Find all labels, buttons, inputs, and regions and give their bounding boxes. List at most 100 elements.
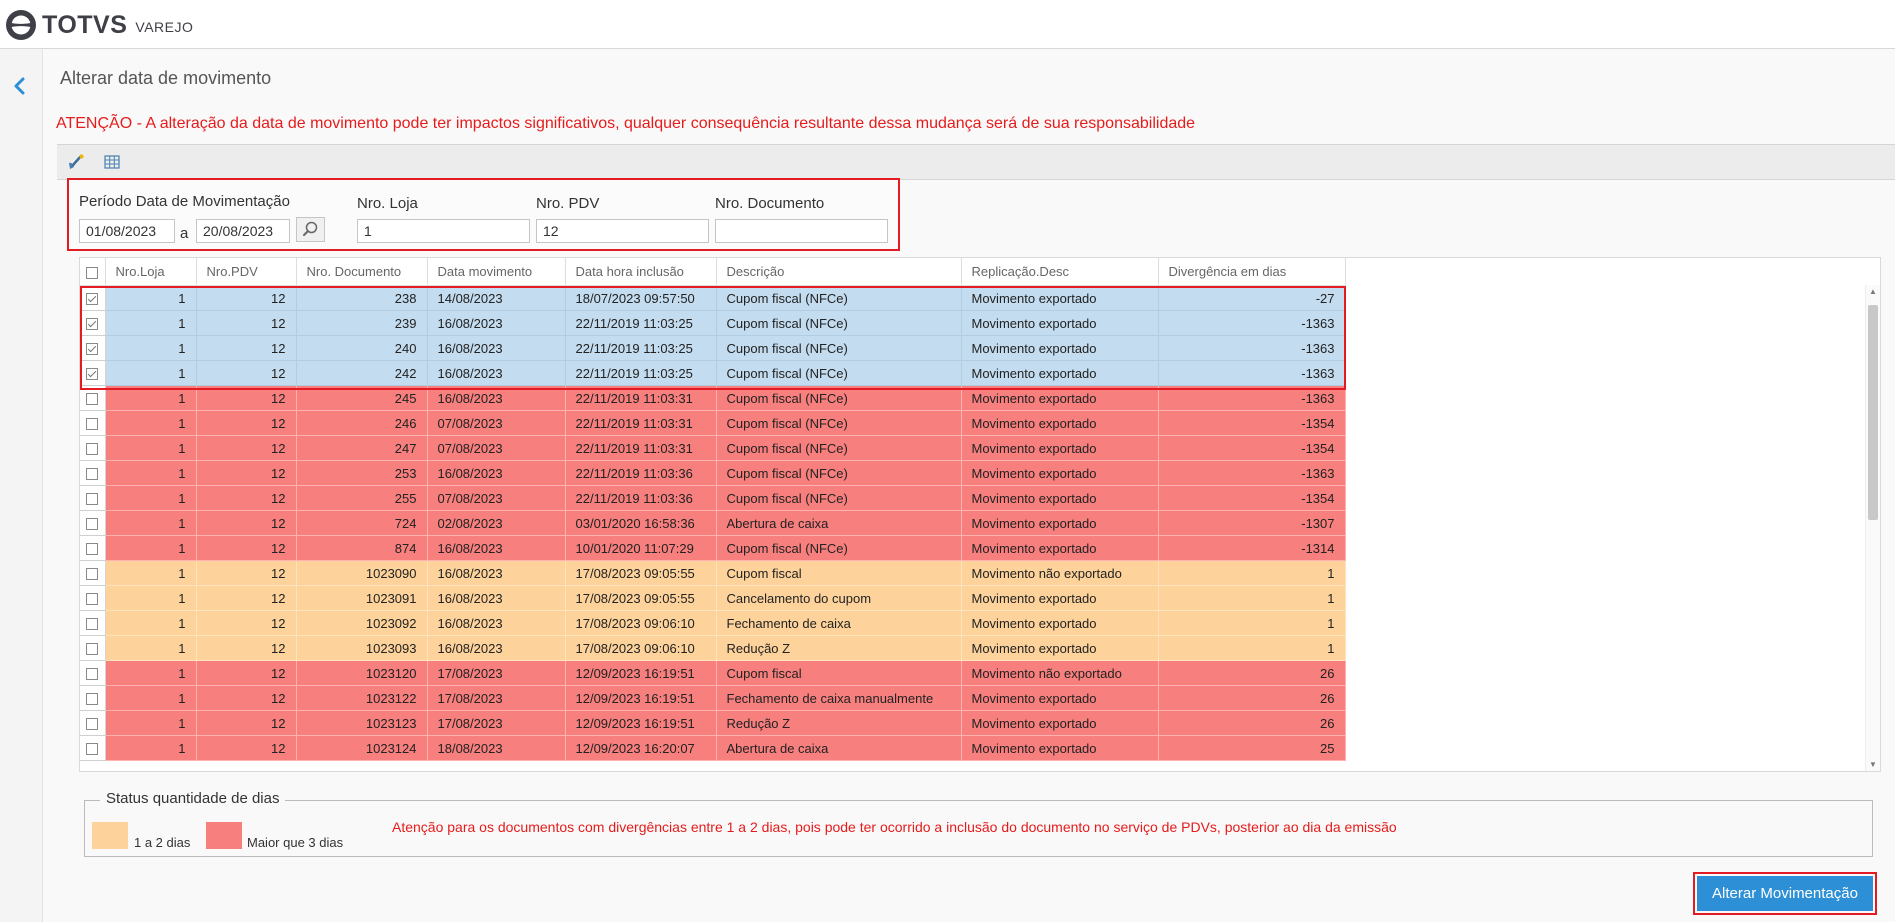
row-select-cell[interactable] — [80, 585, 106, 611]
table-row[interactable]: 1 12 238 14/08/2023 18/07/2023 09:57:50 Cupom… — [80, 285, 1346, 311]
table-row[interactable]: 1 12 247 07/08/2023 22/11/2019 11:03:31 Cupom… — [80, 435, 1346, 461]
row-select-cell[interactable] — [80, 485, 106, 511]
row-checkbox[interactable] — [86, 618, 99, 631]
column-header[interactable]: Replicação.Desc — [961, 258, 1159, 286]
table-row[interactable]: 1 12 253 16/08/2023 22/11/2019 11:03:36 Cupom… — [80, 460, 1346, 486]
row-select-cell[interactable] — [80, 685, 106, 711]
column-header[interactable]: Nro. Documento — [296, 258, 428, 286]
table-cell: Cupom fiscal (NFCe) — [716, 310, 962, 336]
table-row[interactable]: 1 12 1023090 16/08/2023 17/08/2023 09:05:55 C… — [80, 560, 1346, 586]
table-row[interactable]: 1 12 1023122 17/08/2023 12/09/2023 16:19:51 F… — [80, 685, 1346, 711]
row-select-cell[interactable] — [80, 410, 106, 436]
select-all-checkbox[interactable] — [86, 266, 99, 279]
row-select-cell[interactable] — [80, 535, 106, 561]
row-checkbox[interactable] — [86, 718, 99, 731]
row-select-cell[interactable] — [80, 660, 106, 686]
table-row[interactable]: 1 12 874 16/08/2023 10/01/2020 11:07:29 Cupom… — [80, 535, 1346, 561]
table-cell: Cupom fiscal (NFCe) — [716, 285, 962, 311]
row-checkbox[interactable] — [86, 518, 99, 531]
table-row[interactable]: 1 12 1023123 17/08/2023 12/09/2023 16:19:51 R… — [80, 710, 1346, 736]
row-checkbox[interactable] — [86, 593, 99, 606]
grid-vertical-scrollbar[interactable]: ▲ ▼ — [1865, 285, 1880, 771]
table-row[interactable]: 1 12 1023092 16/08/2023 17/08/2023 09:06:10 F… — [80, 610, 1346, 636]
row-checkbox[interactable] — [86, 418, 99, 431]
table-row[interactable]: 1 12 246 07/08/2023 22/11/2019 11:03:31 Cupom… — [80, 410, 1346, 436]
loja-input[interactable] — [357, 219, 530, 243]
row-select-cell[interactable] — [80, 635, 106, 661]
row-checkbox[interactable] — [86, 568, 99, 581]
table-row[interactable]: 1 12 240 16/08/2023 22/11/2019 11:03:25 Cupom… — [80, 335, 1346, 361]
column-header[interactable]: Nro.Loja — [105, 258, 197, 286]
table-cell: -1363 — [1158, 385, 1346, 411]
row-checkbox[interactable] — [86, 493, 99, 506]
search-button[interactable] — [296, 217, 325, 242]
row-checkbox[interactable] — [86, 643, 99, 656]
scroll-down-icon[interactable]: ▼ — [1869, 760, 1877, 769]
table-row[interactable]: 1 12 1023091 16/08/2023 17/08/2023 09:05:55 C… — [80, 585, 1346, 611]
row-checkbox[interactable] — [86, 543, 99, 556]
table-cell: 245 — [296, 385, 428, 411]
table-row[interactable]: 1 12 1023124 18/08/2023 12/09/2023 16:20:07 A… — [80, 735, 1346, 761]
row-checkbox[interactable] — [86, 693, 99, 706]
row-select-cell[interactable] — [80, 335, 106, 361]
row-checkbox[interactable] — [86, 343, 99, 356]
row-select-cell[interactable] — [80, 460, 106, 486]
column-header[interactable]: Nro.PDV — [196, 258, 297, 286]
row-checkbox[interactable] — [86, 743, 99, 756]
table-cell: 16/08/2023 — [427, 360, 566, 386]
row-select-cell[interactable] — [80, 510, 106, 536]
column-header[interactable]: Data movimento — [427, 258, 566, 286]
documento-input[interactable] — [715, 219, 888, 243]
table-cell: 1 — [1158, 560, 1346, 586]
table-cell: Movimento exportado — [961, 710, 1159, 736]
date-from-input[interactable] — [79, 219, 175, 243]
row-select-cell[interactable] — [80, 435, 106, 461]
table-cell: 1 — [105, 560, 197, 586]
scrollbar-thumb[interactable] — [1868, 305, 1878, 520]
back-chevron-icon[interactable] — [10, 76, 30, 96]
table-cell: -1363 — [1158, 335, 1346, 361]
row-select-cell[interactable] — [80, 285, 106, 311]
table-row[interactable]: 1 12 255 07/08/2023 22/11/2019 11:03:36 Cupom… — [80, 485, 1346, 511]
table-cell: 255 — [296, 485, 428, 511]
table-row[interactable]: 1 12 1023093 16/08/2023 17/08/2023 09:06:10 R… — [80, 635, 1346, 661]
row-checkbox[interactable] — [86, 368, 99, 381]
row-select-cell[interactable] — [80, 310, 106, 336]
row-select-cell[interactable] — [80, 610, 106, 636]
column-header[interactable]: Data hora inclusão — [565, 258, 717, 286]
grid-icon[interactable] — [103, 153, 121, 171]
row-select-cell[interactable] — [80, 735, 106, 761]
table-row[interactable]: 1 12 724 02/08/2023 03/01/2020 16:58:36 Abert… — [80, 510, 1346, 536]
column-header[interactable]: Divergência em dias — [1158, 258, 1346, 286]
scroll-up-icon[interactable]: ▲ — [1869, 287, 1877, 296]
row-select-cell[interactable] — [80, 710, 106, 736]
alterar-movimentacao-button[interactable]: Alterar Movimentação — [1697, 876, 1873, 911]
table-cell: -1354 — [1158, 410, 1346, 436]
row-checkbox[interactable] — [86, 443, 99, 456]
table-cell: 1 — [105, 435, 197, 461]
column-header[interactable]: Descrição — [716, 258, 962, 286]
date-to-input[interactable] — [196, 219, 290, 243]
row-checkbox[interactable] — [86, 293, 99, 306]
table-cell: Movimento exportado — [961, 460, 1159, 486]
row-select-cell[interactable] — [80, 360, 106, 386]
select-all-header[interactable] — [80, 258, 106, 286]
table-row[interactable]: 1 12 239 16/08/2023 22/11/2019 11:03:25 Cupom… — [80, 310, 1346, 336]
row-checkbox[interactable] — [86, 393, 99, 406]
table-cell: 12 — [196, 635, 297, 661]
clear-filter-icon[interactable] — [67, 153, 85, 171]
row-checkbox[interactable] — [86, 668, 99, 681]
table-row[interactable]: 1 12 245 16/08/2023 22/11/2019 11:03:31 Cupom… — [80, 385, 1346, 411]
table-cell: 12 — [196, 310, 297, 336]
row-checkbox[interactable] — [86, 468, 99, 481]
table-row[interactable]: 1 12 1023120 17/08/2023 12/09/2023 16:19:51 C… — [80, 660, 1346, 686]
totvs-logo[interactable]: TOTVS VAREJO — [5, 9, 193, 41]
table-cell: Movimento exportado — [961, 335, 1159, 361]
table-cell: Cupom fiscal (NFCe) — [716, 435, 962, 461]
table-cell: Cupom fiscal (NFCe) — [716, 535, 962, 561]
pdv-input[interactable] — [536, 219, 709, 243]
row-select-cell[interactable] — [80, 385, 106, 411]
row-checkbox[interactable] — [86, 318, 99, 331]
row-select-cell[interactable] — [80, 560, 106, 586]
table-row[interactable]: 1 12 242 16/08/2023 22/11/2019 11:03:25 Cupom… — [80, 360, 1346, 386]
